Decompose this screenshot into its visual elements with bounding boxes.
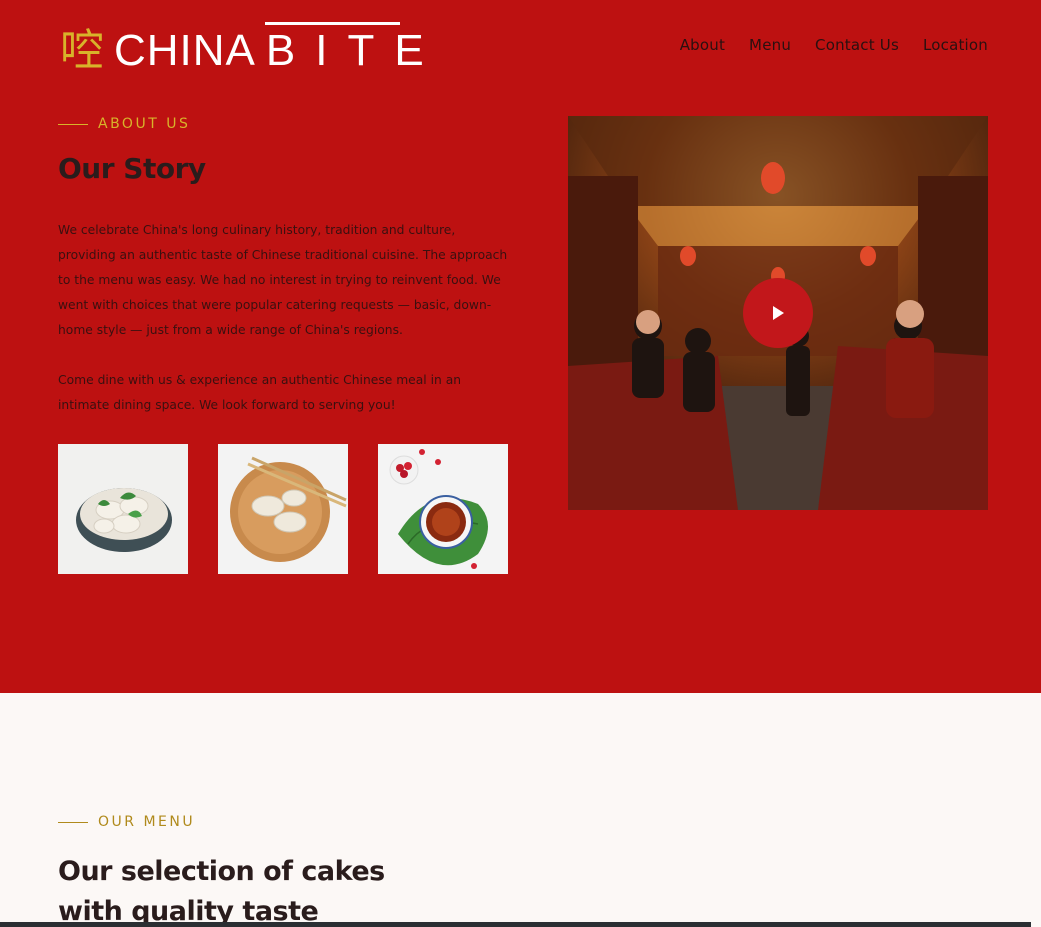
menu-eyebrow-text: OUR MENU	[98, 814, 196, 830]
play-button[interactable]	[743, 278, 813, 348]
dumplings-bowl-image[interactable]	[58, 444, 188, 574]
story-paragraph-2: Come dine with us & experience an authen…	[58, 373, 462, 412]
dumplings-bowl-illustration	[58, 444, 188, 574]
logo-text-bite: BITE	[265, 26, 444, 75]
menu-title-line-1: Our selection of cakes	[58, 856, 385, 887]
bottom-bar	[0, 922, 1031, 927]
about-eyebrow: ABOUT US	[58, 116, 190, 132]
story-title: Our Story	[58, 152, 206, 185]
dumplings-plate-image[interactable]	[218, 444, 348, 574]
menu-eyebrow: OUR MENU	[58, 814, 195, 830]
eyebrow-line	[58, 123, 88, 125]
logo-strike-line	[265, 22, 400, 25]
logo-glyph: 啌	[60, 25, 104, 76]
about-eyebrow-text: ABOUT US	[98, 116, 191, 132]
logo-text-china: CHINA	[114, 26, 256, 75]
nav-menu[interactable]: Menu	[749, 36, 791, 54]
restaurant-video[interactable]	[568, 116, 988, 510]
nav-about[interactable]: About	[680, 36, 725, 54]
main-nav: About Menu Contact Us Location	[680, 36, 988, 54]
menu-title: Our selection of cakes with quality tast…	[58, 852, 385, 927]
eyebrow-line	[58, 821, 88, 823]
brand-logo[interactable]: 啌 CHINA BITE	[60, 26, 444, 76]
tea-cup-image[interactable]	[378, 444, 508, 574]
tea-cup-illustration	[378, 444, 508, 574]
play-icon	[773, 306, 784, 320]
nav-location[interactable]: Location	[923, 36, 988, 54]
story-paragraph-1: We celebrate China's long culinary histo…	[58, 223, 508, 337]
about-section: 啌 CHINA BITE About Menu Contact Us Locat…	[0, 0, 1041, 693]
nav-contact-us[interactable]: Contact Us	[815, 36, 899, 54]
dumplings-plate-illustration	[218, 444, 348, 574]
